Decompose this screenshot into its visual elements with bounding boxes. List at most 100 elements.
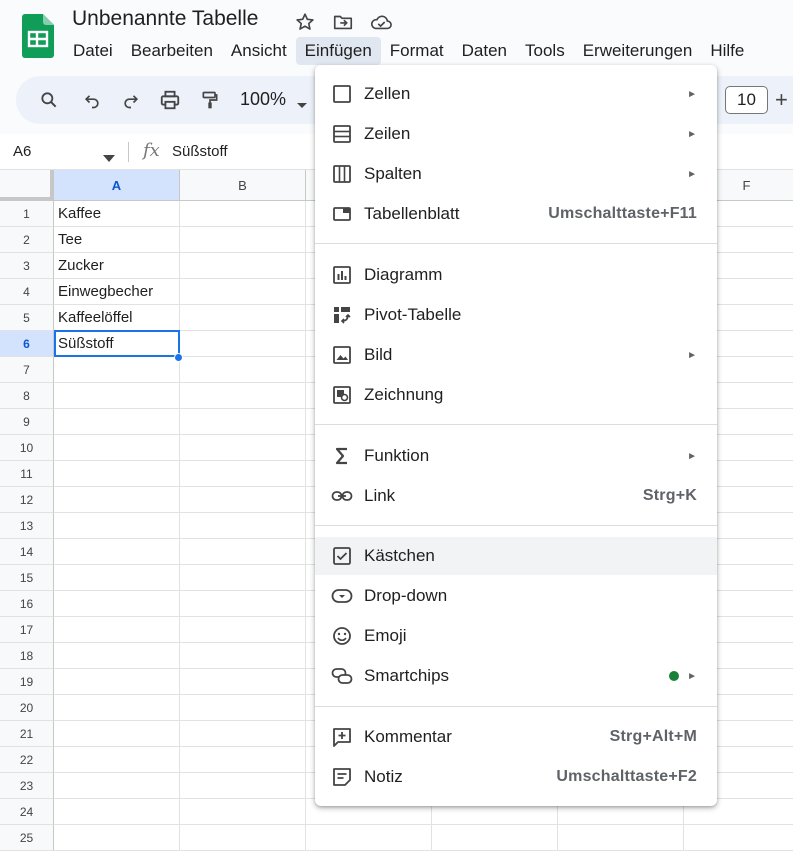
row-header[interactable]: 6 [0,331,54,357]
grid-cell[interactable]: Einwegbecher [54,279,180,305]
menu-einfuegen[interactable]: Einfügen [295,37,381,65]
menu-item-zeichnung[interactable]: Zeichnung [315,376,717,414]
grid-cell[interactable] [180,799,306,825]
star-icon[interactable] [293,10,317,34]
print-icon[interactable] [158,88,182,112]
font-size-input[interactable]: 10 [725,86,768,114]
row-header[interactable]: 7 [0,357,54,383]
fill-handle[interactable] [174,353,183,362]
cloud-saved-icon[interactable] [369,10,393,34]
grid-cell[interactable] [558,825,684,851]
grid-cell[interactable] [180,747,306,773]
grid-cell[interactable] [180,773,306,799]
grid-cell[interactable] [180,539,306,565]
grid-cell[interactable] [180,591,306,617]
menu-item-zeilen[interactable]: Zeilen ► [315,115,717,153]
grid-cell[interactable] [54,539,180,565]
menu-hilfe[interactable]: Hilfe [701,37,753,65]
menu-item-diagramm[interactable]: Diagramm [315,256,717,294]
grid-cell[interactable] [180,201,306,227]
grid-cell[interactable] [180,409,306,435]
menu-daten[interactable]: Daten [453,37,516,65]
grid-cell[interactable] [684,825,793,851]
grid-cell[interactable] [54,565,180,591]
grid-cell[interactable] [180,357,306,383]
name-box[interactable]: A6 [13,143,31,160]
grid-cell[interactable] [54,825,180,851]
move-folder-icon[interactable] [331,10,355,34]
grid-cell[interactable] [54,591,180,617]
paint-format-icon[interactable] [198,88,222,112]
row-header[interactable]: 20 [0,695,54,721]
grid-cell[interactable] [54,643,180,669]
menu-item-notiz[interactable]: Notiz Umschalttaste+F2 [315,758,717,796]
grid-cell[interactable] [180,617,306,643]
row-header[interactable]: 25 [0,825,54,851]
grid-cell[interactable] [180,227,306,253]
row-header[interactable]: 18 [0,643,54,669]
grid-cell[interactable] [180,461,306,487]
grid-cell[interactable] [54,487,180,513]
grid-cell[interactable] [180,305,306,331]
grid-cell[interactable] [180,565,306,591]
grid-cell[interactable] [180,331,306,357]
grid-cell[interactable] [54,357,180,383]
menu-ansicht[interactable]: Ansicht [222,37,296,65]
row-header[interactable]: 13 [0,513,54,539]
grid-cell[interactable] [306,825,432,851]
document-title[interactable]: Unbenannte Tabelle [72,7,258,31]
row-header[interactable]: 8 [0,383,54,409]
grid-cell[interactable]: Kaffeelöffel [54,305,180,331]
row-header[interactable]: 1 [0,201,54,227]
grid-cell[interactable] [180,669,306,695]
grid-cell[interactable] [54,695,180,721]
grid-cell[interactable] [180,643,306,669]
menu-item-link[interactable]: Link Strg+K [315,477,717,515]
grid-cell[interactable] [180,383,306,409]
grid-cell[interactable] [54,617,180,643]
grid-cell[interactable] [54,383,180,409]
row-header[interactable]: 23 [0,773,54,799]
grid-cell[interactable] [180,253,306,279]
menu-datei[interactable]: Datei [64,37,122,65]
grid-cell[interactable] [54,669,180,695]
menu-item-kommentar[interactable]: Kommentar Strg+Alt+M [315,718,717,756]
grid-cell[interactable] [180,695,306,721]
sheets-logo-icon[interactable] [22,14,54,58]
menu-format[interactable]: Format [381,37,453,65]
font-size-increase-button[interactable]: + [775,87,788,113]
grid-cell[interactable] [180,279,306,305]
row-header[interactable]: 4 [0,279,54,305]
menu-item-emoji[interactable]: Emoji [315,617,717,655]
row-header[interactable]: 5 [0,305,54,331]
row-header[interactable]: 3 [0,253,54,279]
row-header[interactable]: 19 [0,669,54,695]
row-header[interactable]: 9 [0,409,54,435]
search-icon[interactable] [37,88,61,112]
grid-cell[interactable]: Tee [54,227,180,253]
menu-item-pivot-tabelle[interactable]: Pivot-Tabelle [315,296,717,334]
select-all-corner[interactable] [0,170,54,201]
grid-cell[interactable] [432,825,558,851]
menu-item-tabellenblatt[interactable]: Tabellenblatt Umschalttaste+F11 [315,195,717,233]
grid-cell[interactable] [180,513,306,539]
undo-icon[interactable] [80,88,104,112]
row-header[interactable]: 12 [0,487,54,513]
grid-cell[interactable] [54,513,180,539]
row-header[interactable]: 14 [0,539,54,565]
row-header[interactable]: 17 [0,617,54,643]
row-header[interactable]: 22 [0,747,54,773]
menu-tools[interactable]: Tools [516,37,574,65]
grid-cell[interactable]: Kaffee [54,201,180,227]
row-header[interactable]: 15 [0,565,54,591]
menu-bearbeiten[interactable]: Bearbeiten [122,37,222,65]
grid-cell[interactable] [180,435,306,461]
row-header[interactable]: 16 [0,591,54,617]
column-header-a[interactable]: A [54,170,180,201]
row-header[interactable]: 11 [0,461,54,487]
menu-erweiterungen[interactable]: Erweiterungen [574,37,702,65]
row-header[interactable]: 10 [0,435,54,461]
grid-cell[interactable] [180,721,306,747]
grid-cell[interactable] [54,409,180,435]
chevron-down-icon[interactable] [296,97,308,115]
